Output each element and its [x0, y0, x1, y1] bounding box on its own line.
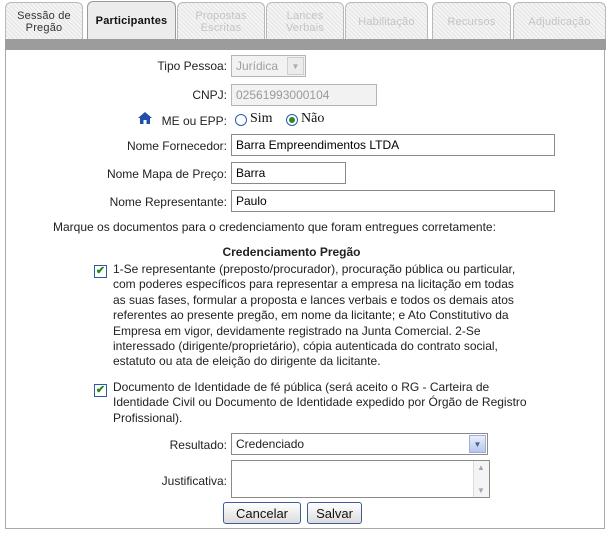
- tab-sessao-pregao[interactable]: Sessão de Pregão: [5, 2, 83, 40]
- document-line: interessado (dirigente/proprietário), có…: [113, 339, 498, 354]
- me-epp-nao-label[interactable]: Não: [301, 111, 324, 127]
- tipo-pessoa-value: Jurídica: [236, 59, 279, 73]
- tab-label: Propostas Escritas: [195, 9, 247, 34]
- checkmark-icon: ✔: [95, 384, 106, 396]
- cnpj-field: [231, 84, 377, 106]
- resultado-label: Resultado:: [169, 438, 227, 452]
- tab-bar: Sessão de Pregão Participantes Propostas…: [0, 0, 611, 40]
- nome-fornecedor-field[interactable]: [231, 134, 555, 156]
- me-epp-sim-label[interactable]: Sim: [250, 111, 273, 127]
- tab-recursos: Recursos: [432, 2, 511, 40]
- tab-label: Habilitação: [358, 15, 415, 28]
- tab-label: Recursos: [447, 15, 496, 28]
- document-line: as suas fases, formular a proposta e lan…: [113, 292, 514, 307]
- tab-adjudicacao: Adjudicação: [513, 2, 606, 40]
- document-line: com poderes específicos para representar…: [113, 277, 514, 292]
- tab-label: Adjudicação: [528, 15, 591, 28]
- save-button[interactable]: Salvar: [307, 502, 362, 524]
- tab-propostas-escritas: Propostas Escritas: [177, 2, 265, 40]
- tab-label: Sessão de Pregão: [17, 9, 71, 34]
- scroll-down-icon[interactable]: ▼: [477, 486, 485, 495]
- document-line: Documento de Identidade de fé pública (s…: [113, 380, 490, 394]
- nome-fornecedor-label: Nome Fornecedor:: [126, 139, 227, 153]
- resultado-value: Credenciado: [236, 437, 305, 451]
- scrollbar[interactable]: ▲ ▼: [473, 461, 489, 497]
- tab-label: Lances Verbais: [285, 9, 325, 34]
- document-2-text: Documento de Identidade de fé pública (s…: [113, 380, 583, 426]
- nome-representante-field[interactable]: [231, 190, 555, 212]
- chevron-down-icon: ▼: [287, 57, 304, 75]
- document-1-text: 1-Se representante (preposto/procurador)…: [113, 262, 583, 370]
- tab-label: Participantes: [95, 15, 168, 27]
- justificativa-textarea[interactable]: ▲ ▼: [231, 460, 490, 498]
- section-title: Credenciamento Pregão: [222, 245, 361, 259]
- tab-lances-verbais: Lances Verbais: [266, 2, 344, 40]
- document-line: Identidade Civil ou Documento de Identid…: [113, 395, 527, 410]
- scroll-up-icon[interactable]: ▲: [477, 463, 485, 472]
- cancel-button[interactable]: Cancelar: [223, 502, 301, 524]
- nome-representante-label: Nome Representante:: [109, 195, 227, 209]
- instructions-text: Marque os documentos para o credenciamen…: [53, 220, 496, 234]
- resultado-select[interactable]: Credenciado ▼: [231, 433, 488, 455]
- document-line: Empresa em vigor, devidamente registrado…: [113, 323, 481, 338]
- cnpj-label: CNPJ:: [192, 88, 227, 102]
- tab-strip: [5, 39, 606, 50]
- tipo-pessoa-select: Jurídica ▼: [231, 55, 306, 77]
- me-epp-sim-radio[interactable]: [235, 114, 247, 126]
- justificativa-label: Justificativa:: [161, 474, 227, 488]
- tab-participantes[interactable]: Participantes: [87, 1, 176, 40]
- checkmark-icon: ✔: [95, 265, 106, 277]
- nome-mapa-label: Nome Mapa de Preço:: [106, 167, 227, 181]
- me-epp-nao-radio[interactable]: [286, 114, 298, 126]
- chevron-down-icon[interactable]: ▼: [469, 435, 486, 453]
- document-line: referentes ao presente pregão, em nome d…: [113, 308, 509, 323]
- document-line: estatuto ou ata de eleição do dirigente …: [113, 354, 381, 369]
- document-line: Profissional).: [113, 410, 183, 425]
- document-1-checkbox[interactable]: ✔: [94, 265, 107, 278]
- document-line: 1-Se representante (preposto/procurador)…: [113, 262, 516, 276]
- home-icon: [138, 112, 152, 124]
- tab-habilitacao: Habilitação: [345, 2, 428, 40]
- me-epp-label: ME ou EPP:: [161, 114, 227, 128]
- document-2-checkbox[interactable]: ✔: [94, 384, 107, 397]
- nome-mapa-field[interactable]: [231, 162, 346, 184]
- tipo-pessoa-label: Tipo Pessoa:: [157, 59, 227, 73]
